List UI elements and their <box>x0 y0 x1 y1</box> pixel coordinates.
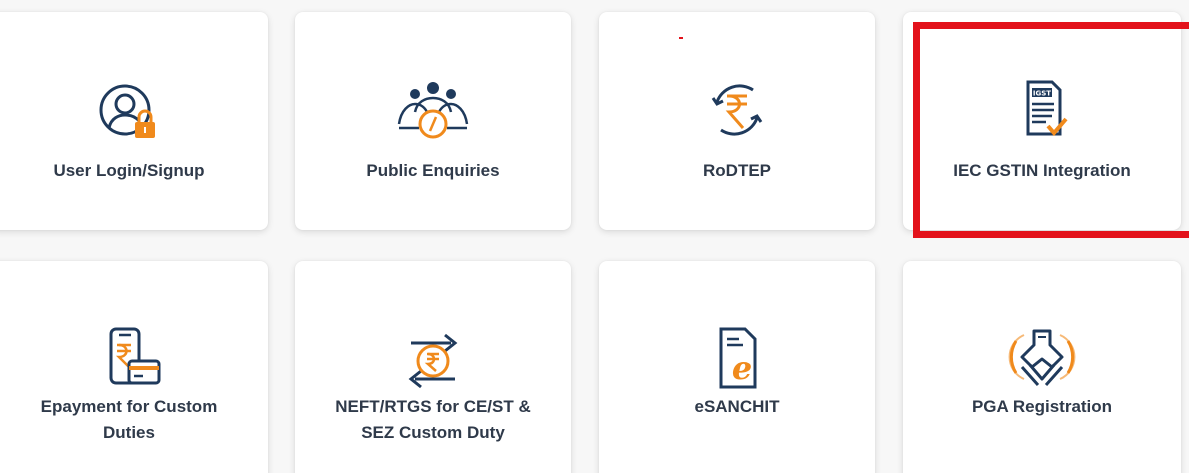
red-mark <box>679 37 683 39</box>
user-login-signup-label: User Login/Signup <box>53 161 205 180</box>
neft-rtgs-card[interactable]: NEFT/RTGS for CE/ST & SEZ Custom Duty <box>295 261 571 473</box>
epayment-custom-duties-label: Epayment for Custom Duties <box>40 397 218 442</box>
rodtep-card[interactable]: RoDTEP <box>599 12 875 230</box>
people-info-icon <box>385 70 481 150</box>
esanchit-card[interactable]: e eSANCHIT <box>599 261 875 473</box>
svg-text:IGST: IGST <box>1033 90 1051 98</box>
pga-registration-label: PGA Registration <box>971 397 1113 416</box>
handshake-icon <box>994 321 1090 401</box>
rupee-refresh-icon <box>689 70 785 150</box>
pga-registration-card[interactable]: PGA Registration <box>903 261 1181 473</box>
e-document-icon: e <box>689 321 785 401</box>
esanchit-label: eSANCHIT <box>694 397 780 416</box>
user-login-signup-card[interactable]: User Login/Signup <box>0 12 268 230</box>
services-grid: User Login/Signup Public Enquiries RoDTE… <box>0 0 1189 473</box>
phone-card-payment-icon <box>81 321 177 401</box>
public-enquiries-label: Public Enquiries <box>366 161 500 180</box>
neft-rtgs-label: NEFT/RTGS for CE/ST & SEZ Custom Duty <box>335 397 531 442</box>
public-enquiries-card[interactable]: Public Enquiries <box>295 12 571 230</box>
rupee-transfer-icon <box>385 321 481 401</box>
rodtep-label: RoDTEP <box>703 161 771 180</box>
svg-text:e: e <box>732 349 752 387</box>
gst-document-check-icon: IGST <box>994 70 1090 150</box>
user-lock-icon <box>81 70 177 150</box>
epayment-custom-duties-card[interactable]: Epayment for Custom Duties <box>0 261 268 473</box>
iec-gstin-integration-label: IEC GSTIN Integration <box>953 161 1131 180</box>
iec-gstin-integration-card[interactable]: IGST IEC GSTIN Integration <box>903 12 1181 230</box>
